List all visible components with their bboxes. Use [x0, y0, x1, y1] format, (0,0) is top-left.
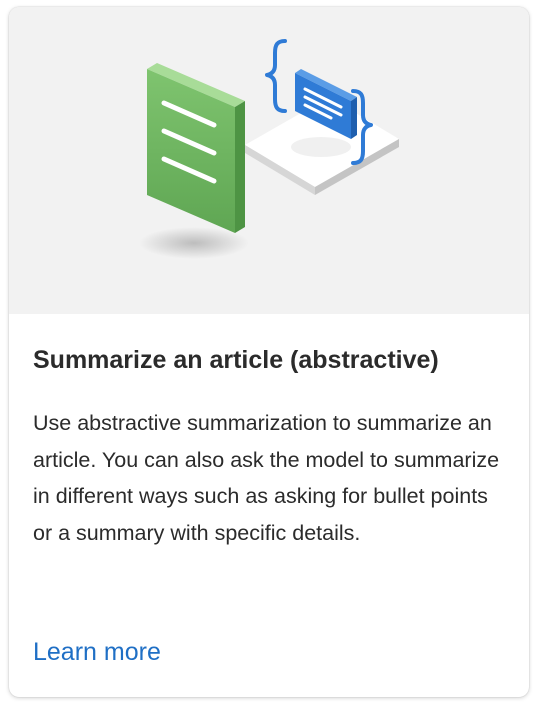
summary-illustration [139, 39, 399, 259]
card-description: Use abstractive summarization to summari… [33, 411, 500, 545]
document-icon [147, 63, 245, 233]
card-title: Summarize an article (abstractive) [33, 346, 439, 374]
card-illustration [9, 7, 529, 314]
learn-more-link[interactable]: Learn more [33, 635, 161, 669]
summarize-article-card[interactable]: Summarize an article (abstractive) Use a… [9, 7, 529, 697]
